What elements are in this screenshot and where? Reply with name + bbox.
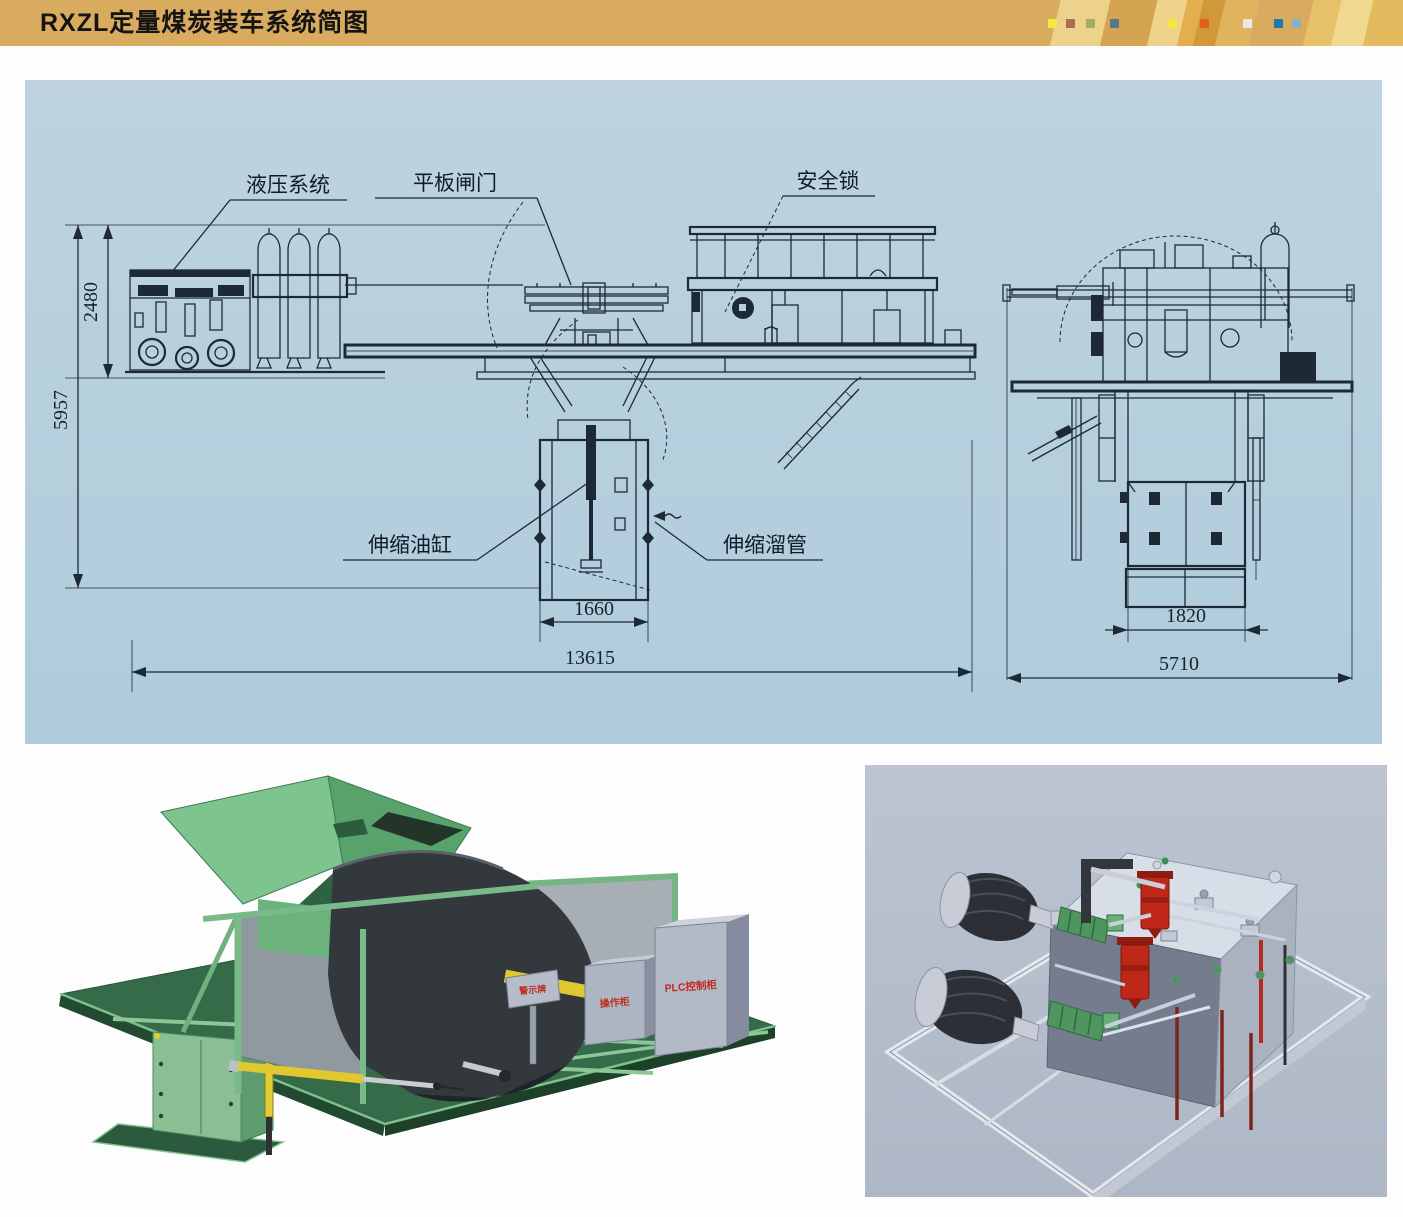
accent-square <box>1200 19 1209 28</box>
dim-total-length: 13615 <box>565 647 615 669</box>
loading-station-render: 警示牌 操作柜 PLC控制柜 <box>33 764 800 1196</box>
header-bar: RXZL定量煤炭装车系统简图 <box>0 0 1403 46</box>
dim-end-total-width: 5710 <box>1159 653 1199 675</box>
label-telescopic-cylinder: 伸缩油缸 <box>368 534 452 557</box>
engineering-drawing: 2480 5957 <box>25 80 1382 744</box>
accent-square <box>1048 19 1057 28</box>
flat-gate-drawing <box>525 283 668 345</box>
label-safety-lock: 安全锁 <box>797 170 860 193</box>
label-telescopic-chute: 伸缩溜管 <box>723 534 807 557</box>
accent-square <box>1086 19 1095 28</box>
accent-square <box>1168 19 1177 28</box>
page-title: RXZL定量煤炭装车系统简图 <box>40 0 369 46</box>
dim-total-height: 5957 <box>50 390 72 430</box>
accumulators <box>253 228 356 368</box>
label-flat-gate: 平板闸门 <box>413 172 497 195</box>
end-view-drawing: 1820 5710 <box>1003 222 1354 683</box>
platform-deck-drawing <box>345 330 975 379</box>
sign-post <box>530 1006 536 1064</box>
callout-labels: 液压系统 平板闸门 安全锁 伸缩油缸 伸缩溜管 <box>172 170 875 560</box>
accent-square <box>1243 19 1252 28</box>
loading-station-render-panel: 警示牌 操作柜 PLC控制柜 <box>33 764 800 1196</box>
accent-square <box>1274 19 1283 28</box>
accent-square <box>1292 19 1301 28</box>
dim-end-chute-width: 1820 <box>1166 605 1206 627</box>
hydraulic-power-unit-render <box>865 765 1387 1197</box>
hydraulic-unit-drawing <box>125 228 523 372</box>
accent-square <box>1066 19 1075 28</box>
hydraulic-power-unit-render-panel <box>865 765 1387 1197</box>
side-view-dimensions: 2480 5957 <box>50 225 545 588</box>
inclined-ladder-drawing <box>778 377 861 469</box>
page: RXZL定量煤炭装车系统简图 2480 5957 <box>0 0 1403 1217</box>
dim-upper-height: 2480 <box>80 282 102 322</box>
label-hydraulic-system: 液压系统 <box>246 174 330 197</box>
telescopic-chute-drawing <box>527 320 681 600</box>
safety-lock-drawing <box>688 227 937 343</box>
dim-chute-width: 1660 <box>574 598 614 620</box>
engineering-drawing-panel: 2480 5957 <box>25 80 1382 744</box>
accent-square <box>1110 19 1119 28</box>
